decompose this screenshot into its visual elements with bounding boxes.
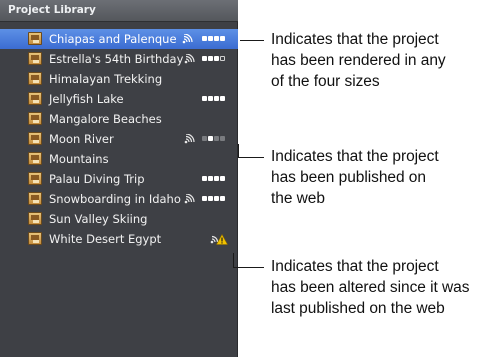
callout-1-leader-horizontal [240, 40, 264, 41]
project-row[interactable]: Sun Valley Skiing [0, 209, 238, 229]
project-icon [28, 152, 42, 165]
project-name: Estrella's 54th Birthday [49, 52, 184, 66]
project-icon [28, 132, 42, 145]
callout-rendered-sizes: Indicates that the project has been rend… [271, 31, 446, 90]
callout-3-leader-vertical [233, 253, 234, 267]
rendered-sizes-icon [202, 96, 225, 101]
project-name: White Desert Egypt [49, 232, 162, 246]
callout-2-leader-horizontal [238, 157, 264, 158]
project-row[interactable]: Himalayan Trekking [0, 69, 238, 89]
published-icon [184, 194, 195, 204]
project-icon [28, 172, 42, 185]
project-row[interactable]: Snowboarding in Idaho [0, 189, 238, 209]
published-icon [182, 34, 193, 44]
project-row[interactable]: White Desert Egypt [0, 229, 238, 249]
project-name: Jellyfish Lake [49, 92, 124, 106]
callout-published: Indicates that the project has been publ… [271, 148, 439, 207]
project-name: Himalayan Trekking [49, 72, 163, 86]
project-icon [28, 52, 42, 65]
project-list: Chiapas and Palenque Estrella's 54th Bir… [0, 29, 238, 249]
project-name: Sun Valley Skiing [49, 212, 148, 226]
published-icon [184, 54, 195, 64]
project-row[interactable]: Mountains [0, 149, 238, 169]
project-icon [28, 92, 42, 105]
project-row[interactable]: Chiapas and Palenque [0, 29, 238, 49]
project-icon [28, 192, 42, 205]
project-row[interactable]: Estrella's 54th Birthday [0, 49, 238, 69]
project-name: Mangalore Beaches [49, 112, 162, 126]
published-icon [184, 134, 195, 144]
project-name: Chiapas and Palenque [49, 32, 177, 46]
rendered-sizes-icon [202, 176, 225, 181]
project-name: Snowboarding in Idaho [49, 192, 181, 206]
project-row[interactable]: Mangalore Beaches [0, 109, 238, 129]
callout-altered: Indicates that the project has been alte… [271, 258, 470, 317]
project-name: Mountains [49, 152, 109, 166]
project-name: Moon River [49, 132, 114, 146]
project-row[interactable]: Palau Diving Trip [0, 169, 238, 189]
panel-header: Project Library [0, 0, 238, 22]
rendered-sizes-icon [202, 196, 225, 201]
project-icon [28, 72, 42, 85]
rendered-sizes-icon [202, 36, 225, 41]
rendered-sizes-icon [202, 56, 225, 61]
callout-2-leader-vertical [238, 144, 239, 157]
panel-title: Project Library [8, 4, 96, 16]
project-icon [28, 232, 42, 245]
project-row[interactable]: Jellyfish Lake [0, 89, 238, 109]
project-name: Palau Diving Trip [49, 172, 145, 186]
project-icon [28, 32, 42, 45]
callout-3-leader-horizontal [233, 267, 264, 268]
project-icon [28, 212, 42, 225]
warning-icon [216, 234, 228, 245]
project-icon [28, 112, 42, 125]
project-row[interactable]: Moon River [0, 129, 238, 149]
rendered-sizes-icon [202, 136, 225, 141]
project-library-panel: Project Library Chiapas and Palenque Est… [0, 0, 238, 357]
